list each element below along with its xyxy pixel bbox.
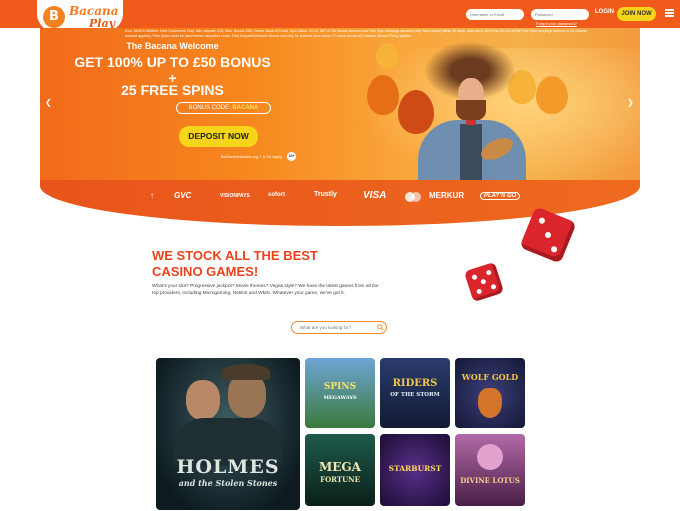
game-subtitle: and the Stolen Stones <box>178 478 278 488</box>
balloon-image <box>398 90 434 134</box>
hero-headline: GET 100% UP TO £50 BONUS <box>74 54 271 70</box>
payment-logo: Trustly <box>314 191 337 198</box>
game-title: WOLF GOLD <box>461 372 519 382</box>
logo-text: Bacana <box>69 4 119 18</box>
forgot-password-link[interactable]: Forgot your password? <box>536 21 577 26</box>
bowtie-image <box>466 120 476 125</box>
game-search-input[interactable] <box>291 321 387 334</box>
hero-pretitle: The Bacana Welcome <box>126 41 219 51</box>
section-title-line: CASINO GAMES! <box>152 264 259 279</box>
chevron-left-icon[interactable]: ❮ <box>45 98 52 107</box>
page: B Bacana Play Forgot your password? LOGI… <box>0 0 680 511</box>
game-tile-wolf-gold[interactable]: WOLF GOLD <box>455 358 525 428</box>
hero-subheadline: 25 FREE SPINS <box>121 82 224 98</box>
game-title: MEGA <box>319 460 361 474</box>
bonus-code-value: BACANA <box>232 105 259 111</box>
game-title: STARBURST <box>388 464 442 473</box>
game-title: DIVINE LOTUS <box>460 476 520 485</box>
section-title-line: WE STOCK ALL THE BEST <box>152 248 318 263</box>
logo-mark-icon: B <box>43 6 65 28</box>
game-subtitle: OF THE STORM <box>390 392 440 398</box>
balloon-image <box>536 76 568 114</box>
game-tile-spins-megaways[interactable]: SPINS MEGAWAYS <box>305 358 375 428</box>
gamble-aware-text[interactable]: BeGambleAware.org T & Cs Apply <box>221 154 282 159</box>
hat-image <box>222 364 270 380</box>
password-input[interactable] <box>531 9 589 20</box>
section-description: What's your slot? Progressive jackpot? M… <box>152 284 379 296</box>
game-subtitle: FORTUNE <box>320 475 360 484</box>
bonus-code-label: BONUS CODE: <box>188 105 231 111</box>
bonus-terms-text: Excl. Skrill & Neteller. New Customers O… <box>125 29 587 38</box>
game-subtitle: MEGAWAYS <box>323 395 357 401</box>
game-tile-divine-lotus[interactable]: DIVINE LOTUS <box>455 434 525 506</box>
payment-logo: sofort <box>268 192 285 198</box>
mastercard-icon <box>405 192 421 202</box>
search-icon[interactable] <box>377 324 384 331</box>
deposit-now-button[interactable]: DEPOSIT NOW <box>179 126 258 147</box>
wolf-image <box>478 388 502 418</box>
character-image <box>186 380 220 420</box>
hamburger-icon[interactable] <box>665 9 674 17</box>
section-title: WE STOCK ALL THE BEST CASINO GAMES! <box>152 248 382 280</box>
game-title: RIDERS <box>392 378 438 389</box>
age-18-icon: 18+ <box>287 152 296 161</box>
payment-logo: PLAY'N GO <box>480 192 521 200</box>
hero-banner: The Bacana Welcome GET 100% UP TO £50 BO… <box>40 28 640 180</box>
payment-logo: GVC <box>174 191 192 200</box>
vest-image <box>460 124 482 180</box>
payment-logo: VISA <box>363 190 387 201</box>
username-input[interactable] <box>466 9 524 20</box>
chevron-right-icon[interactable]: ❯ <box>627 98 634 107</box>
game-title: SPINS <box>323 382 357 392</box>
payment-logo: VISIONPAYS <box>220 193 250 199</box>
balloon-image <box>367 75 399 115</box>
lotus-image <box>477 444 503 470</box>
game-tile-riders-of-the-storm[interactable]: RIDERS OF THE STORM <box>380 358 450 428</box>
balloon-image <box>376 43 398 69</box>
join-now-button[interactable]: JOIN NOW <box>617 7 656 21</box>
payment-logo: MERKUR <box>429 191 465 200</box>
game-tile-mega-fortune[interactable]: MEGA FORTUNE <box>305 434 375 506</box>
arrow-up-icon: ↑ <box>150 191 154 200</box>
dice-image <box>463 261 505 303</box>
bonus-code-badge: BONUS CODE: BACANA <box>176 102 271 114</box>
beard-image <box>456 100 486 122</box>
game-tile-starburst[interactable]: STARBURST <box>380 434 450 506</box>
game-title: HOLMES <box>176 456 280 478</box>
login-button[interactable]: LOGIN <box>595 9 614 15</box>
game-tile-holmes[interactable]: HOLMES and the Stolen Stones <box>156 358 300 510</box>
